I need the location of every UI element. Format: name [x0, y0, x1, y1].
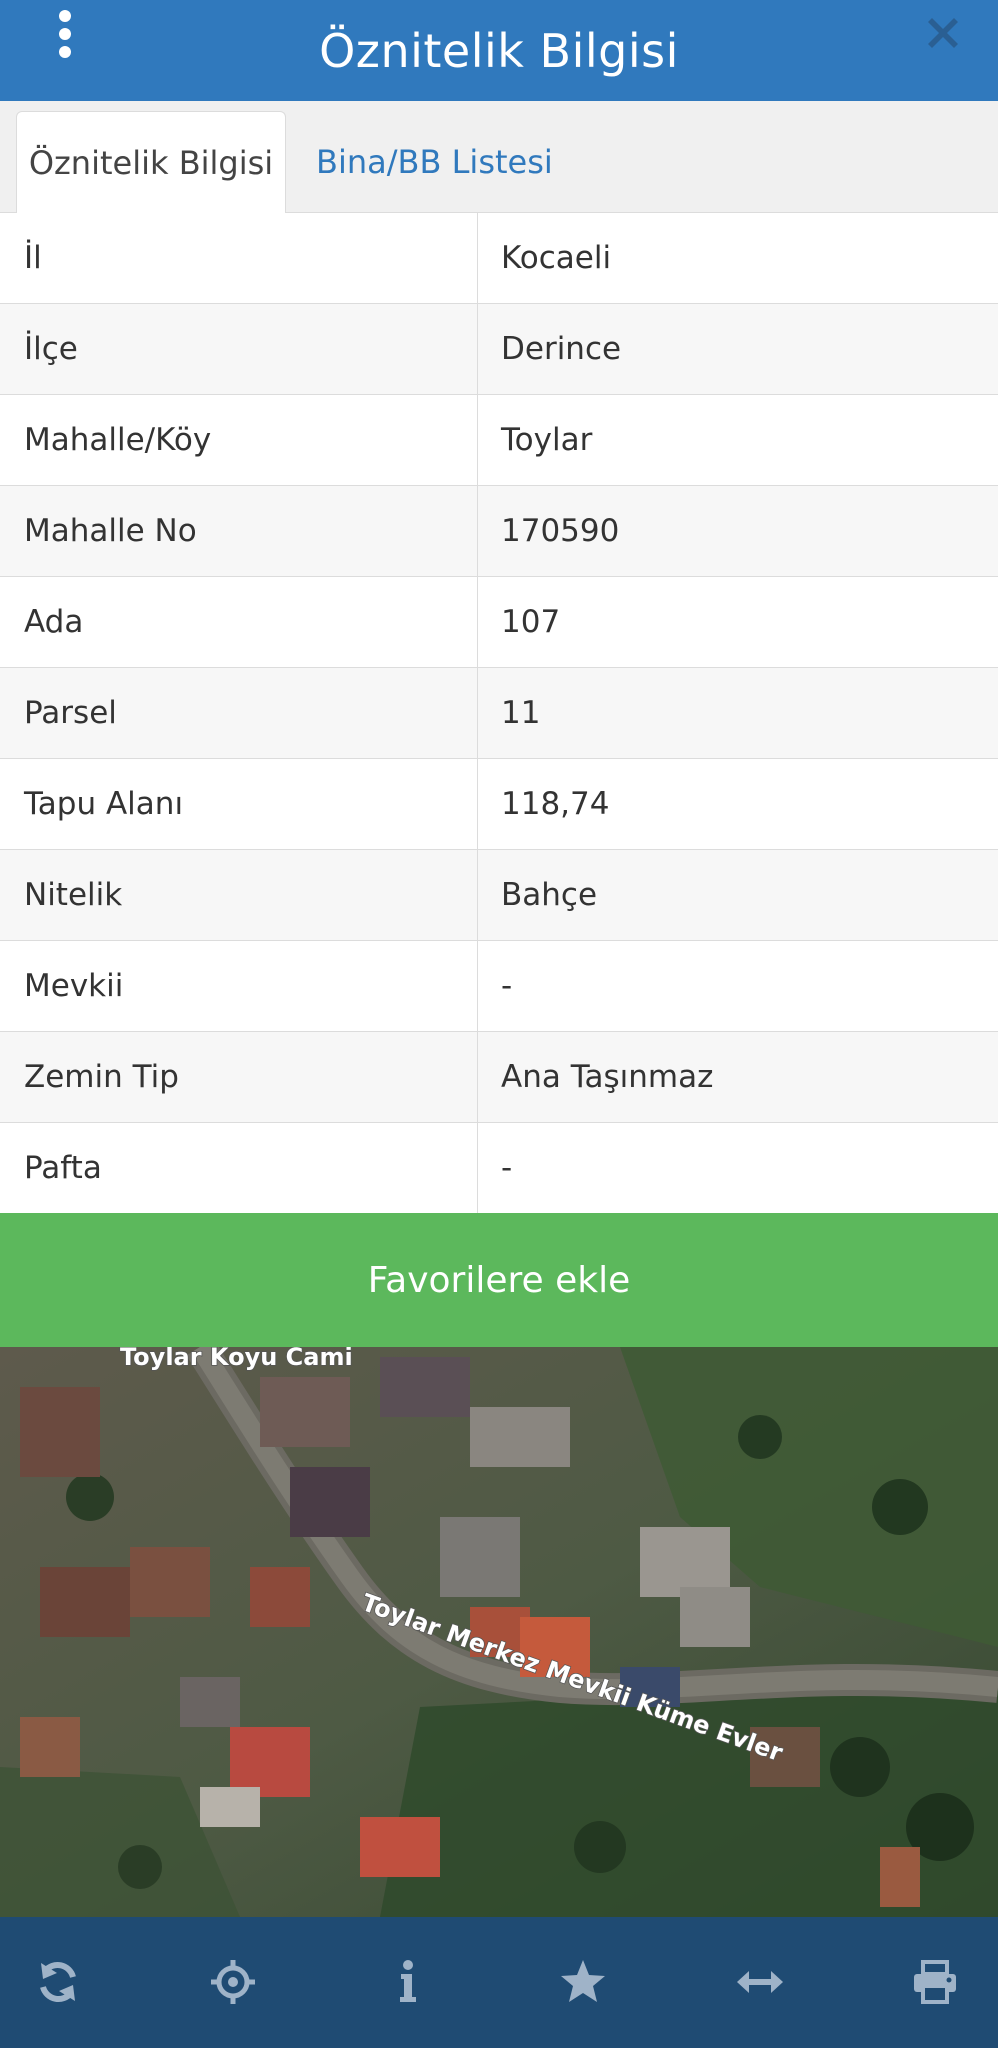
attribute-label: Nitelik — [0, 850, 478, 940]
measure-icon[interactable] — [735, 1957, 785, 2007]
attribute-table: İl Kocaeli İlçe Derince Mahalle/Köy Toyl… — [0, 213, 998, 1214]
attribute-value: 170590 — [501, 513, 620, 549]
table-row: Mahalle No 170590 — [0, 486, 998, 577]
tab-building-list[interactable]: Bina/BB Listesi — [316, 111, 553, 213]
attribute-value: 107 — [501, 604, 561, 640]
table-row: Tapu Alanı 118,74 — [0, 759, 998, 850]
attribute-label: Mahalle No — [0, 486, 478, 576]
table-row: Ada 107 — [0, 577, 998, 668]
attribute-value: - — [501, 968, 513, 1004]
table-row: Nitelik Bahçe — [0, 850, 998, 941]
more-menu-icon[interactable] — [50, 10, 80, 58]
add-to-favorites-button[interactable]: Favorilere ekle — [0, 1213, 998, 1347]
info-icon[interactable] — [383, 1957, 433, 2007]
tab-bar: Öznitelik Bilgisi Bina/BB Listesi — [0, 101, 998, 213]
table-row: Parsel 11 — [0, 668, 998, 759]
attribute-value: Ana Taşınmaz — [501, 1059, 714, 1095]
attribute-label: Zemin Tip — [0, 1032, 478, 1122]
attribute-label: Mevkii — [0, 941, 478, 1031]
attribute-label: Parsel — [0, 668, 478, 758]
attribute-value: - — [501, 1150, 513, 1186]
attribute-label: İlçe — [0, 304, 478, 394]
attribute-value: Kocaeli — [501, 240, 612, 276]
map-label-mosque: Toylar Koyu Cami — [120, 1347, 353, 1371]
attribute-value: 11 — [501, 695, 541, 731]
close-icon[interactable] — [922, 12, 964, 54]
attribute-value: Bahçe — [501, 877, 598, 913]
locate-icon[interactable] — [208, 1957, 258, 2007]
table-row: Pafta - — [0, 1123, 998, 1214]
attribute-label: Mahalle/Köy — [0, 395, 478, 485]
table-row: Mahalle/Köy Toylar — [0, 395, 998, 486]
attribute-value: Derince — [501, 331, 622, 367]
table-row: İl Kocaeli — [0, 213, 998, 304]
attribute-label: Ada — [0, 577, 478, 667]
print-icon[interactable] — [910, 1957, 960, 2007]
satellite-map[interactable]: Toylar Koyu Cami Toylar Merkez Mevkii Kü… — [0, 1347, 998, 1917]
tab-attribute-info[interactable]: Öznitelik Bilgisi — [16, 111, 286, 213]
attribute-label: İl — [0, 213, 478, 303]
star-icon[interactable] — [558, 1957, 608, 2007]
table-row: İlçe Derince — [0, 304, 998, 395]
table-row: Mevkii - — [0, 941, 998, 1032]
refresh-icon[interactable] — [33, 1957, 83, 2007]
table-row: Zemin Tip Ana Taşınmaz — [0, 1032, 998, 1123]
attribute-label: Tapu Alanı — [0, 759, 478, 849]
page-title: Öznitelik Bilgisi — [319, 23, 679, 78]
bottom-toolbar — [0, 1917, 998, 2048]
attribute-label: Pafta — [0, 1123, 478, 1213]
attribute-value: 118,74 — [501, 786, 610, 822]
attribute-value: Toylar — [501, 422, 593, 458]
header-bar: Öznitelik Bilgisi — [0, 0, 998, 101]
